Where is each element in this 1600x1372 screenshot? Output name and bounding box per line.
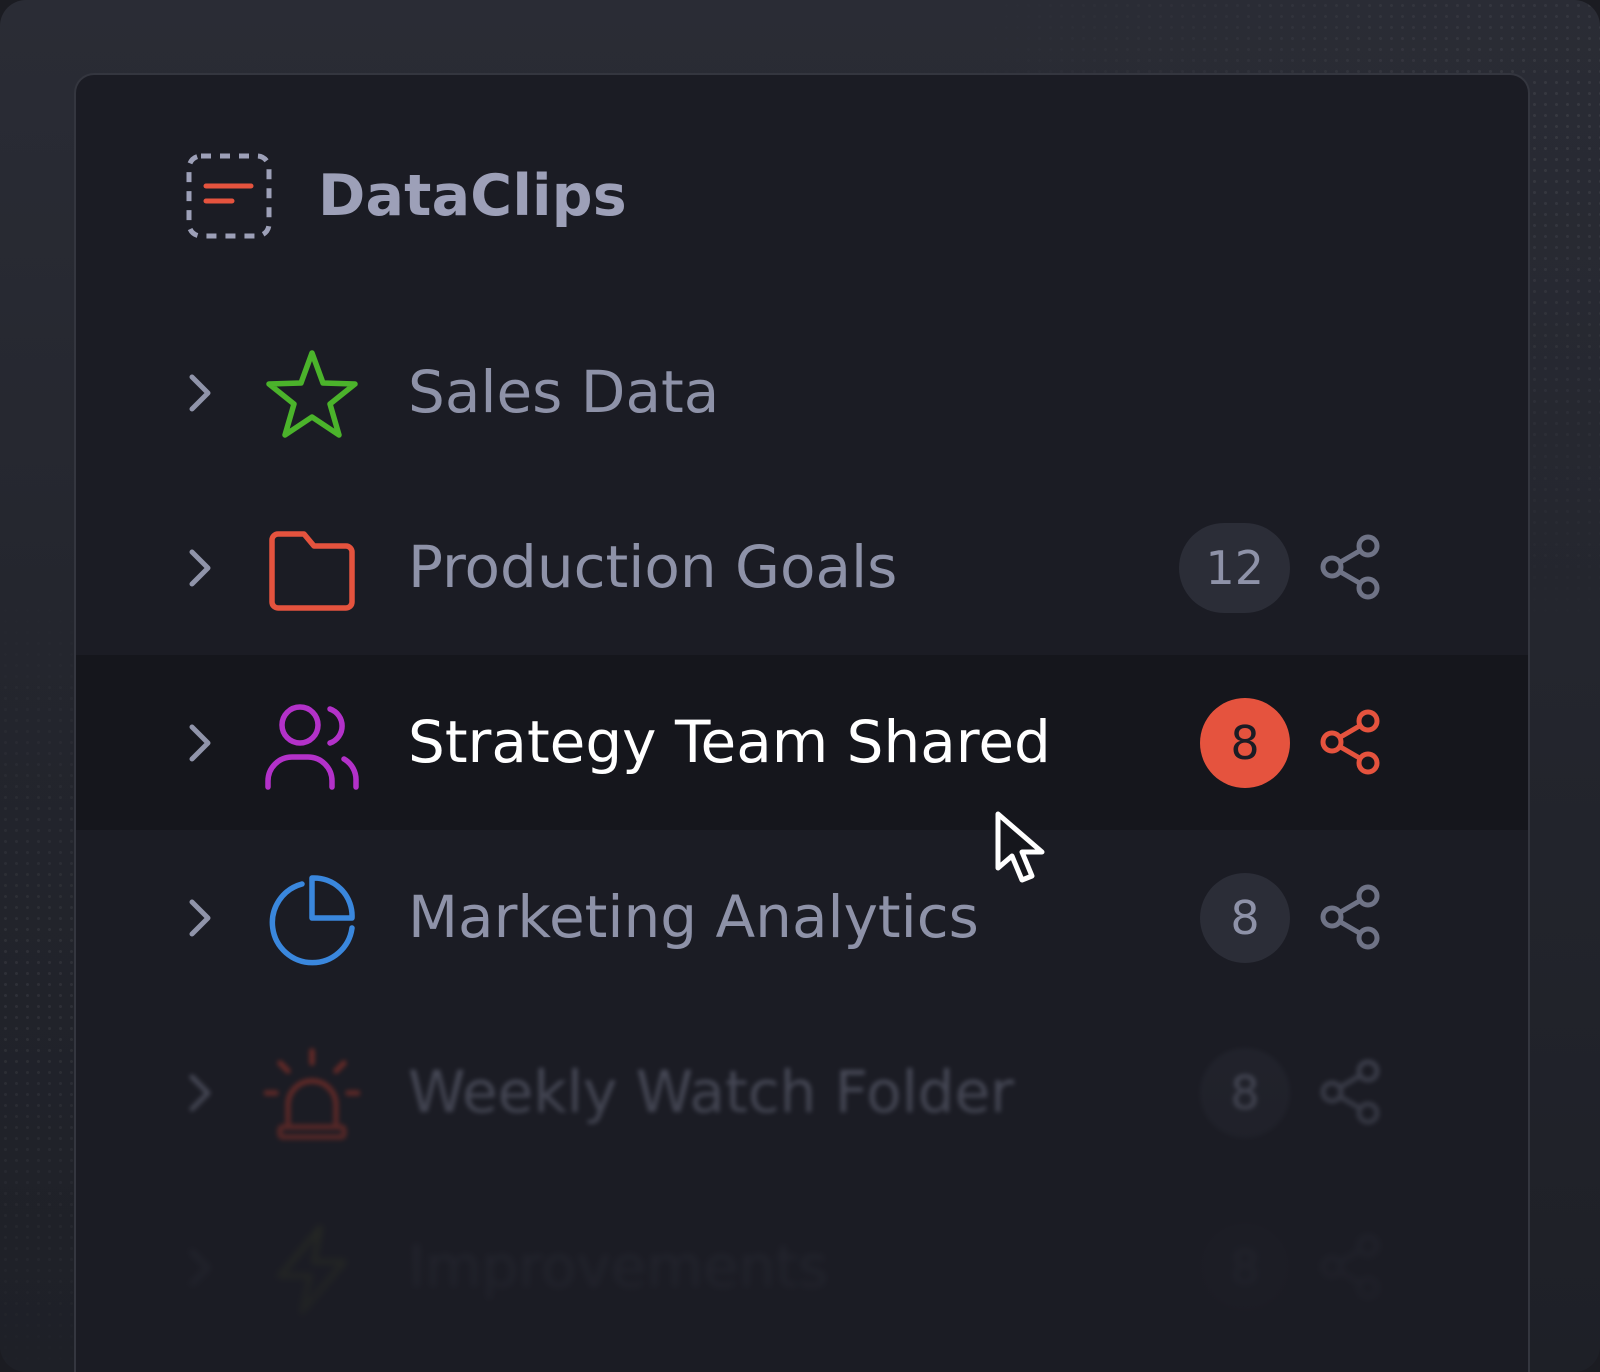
star-icon <box>266 350 358 438</box>
share-icon[interactable] <box>1316 1232 1386 1302</box>
folder-icon <box>269 531 355 611</box>
folder-list: Sales Data Production Goals 12 Strategy … <box>76 305 1528 1355</box>
dataclips-logo-icon <box>186 153 272 239</box>
sidebar-panel: DataClips Sales Data Production Goals 12… <box>74 73 1530 1372</box>
brand-header: DataClips <box>186 153 627 239</box>
count-badge: 8 <box>1200 873 1290 963</box>
sidebar-item-production-goals[interactable]: Production Goals 12 <box>76 480 1528 655</box>
chevron-right-icon[interactable] <box>180 546 220 590</box>
sidebar-item-label: Production Goals <box>408 533 898 601</box>
count-badge: 12 <box>1179 523 1290 613</box>
share-icon[interactable] <box>1316 1057 1386 1127</box>
count-badge: 8 <box>1200 1223 1290 1313</box>
count-badge: 8 <box>1200 698 1290 788</box>
alarm-light-icon <box>264 1048 360 1140</box>
sidebar-item-strategy-team-shared[interactable]: Strategy Team Shared 8 <box>76 655 1528 830</box>
sidebar-item-improvements[interactable]: Improvements 8 <box>76 1180 1528 1355</box>
sidebar-item-label: Improvements <box>408 1233 829 1301</box>
share-icon[interactable] <box>1316 532 1386 602</box>
sidebar-item-label: Sales Data <box>408 358 720 426</box>
sidebar-item-label: Strategy Team Shared <box>408 708 1051 776</box>
app-title: DataClips <box>318 163 627 229</box>
mouse-pointer-icon <box>995 811 1045 883</box>
share-icon[interactable] <box>1316 882 1386 952</box>
lightning-icon <box>277 1225 347 1315</box>
sidebar-item-marketing-analytics[interactable]: Marketing Analytics 8 <box>76 830 1528 1005</box>
users-icon <box>265 704 359 790</box>
sidebar-item-weekly-watch-folder[interactable]: Weekly Watch Folder 8 <box>76 1005 1528 1180</box>
app-frame: DataClips Sales Data Production Goals 12… <box>0 0 1600 1372</box>
sidebar-item-sales-data[interactable]: Sales Data <box>76 305 1528 480</box>
sidebar-item-label: Weekly Watch Folder <box>408 1058 1015 1126</box>
chevron-right-icon[interactable] <box>180 896 220 940</box>
chevron-right-icon[interactable] <box>180 1071 220 1115</box>
share-icon[interactable] <box>1316 707 1386 777</box>
chevron-right-icon[interactable] <box>180 371 220 415</box>
chevron-right-icon[interactable] <box>180 1246 220 1290</box>
pie-chart-icon <box>269 875 355 966</box>
sidebar-item-label: Marketing Analytics <box>408 883 979 951</box>
chevron-right-icon[interactable] <box>180 721 220 765</box>
count-badge: 8 <box>1200 1048 1290 1138</box>
